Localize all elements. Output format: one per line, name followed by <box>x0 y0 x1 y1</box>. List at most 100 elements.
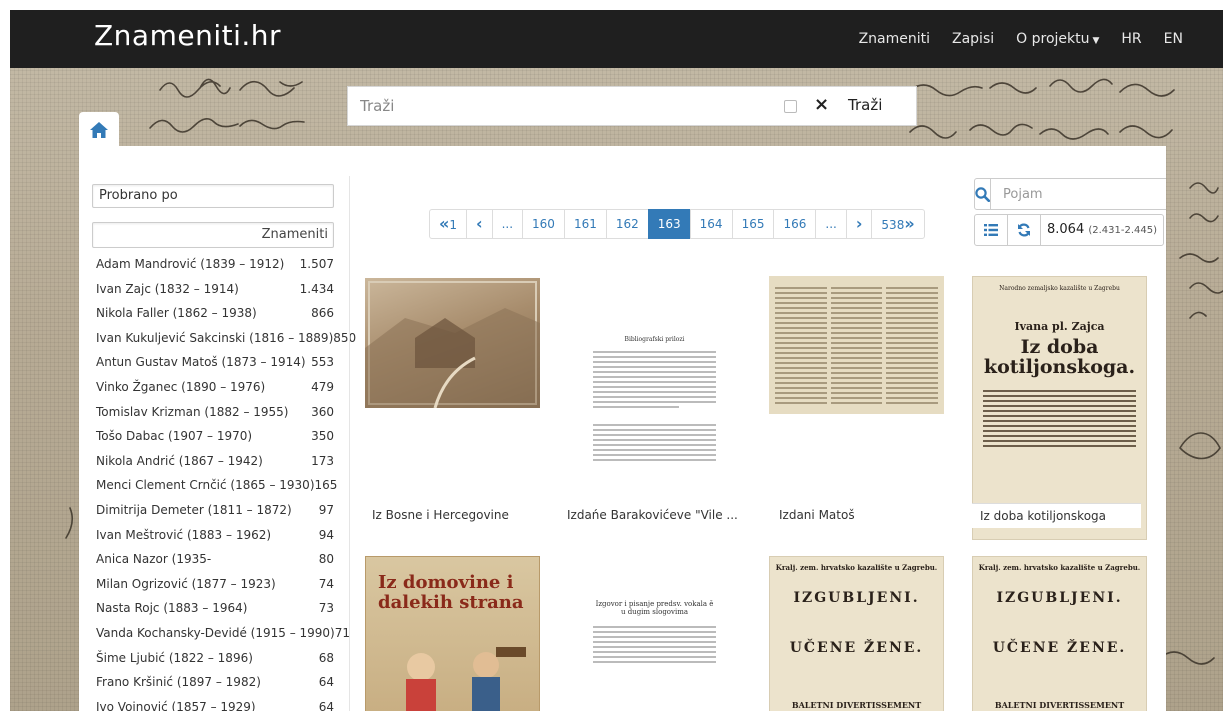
text-line <box>775 362 827 364</box>
text-line <box>593 459 716 461</box>
text-line <box>886 347 939 349</box>
page-first-button[interactable]: «1 <box>429 209 467 239</box>
page-last-button[interactable]: 538» <box>871 209 925 239</box>
nav-link-znameniti[interactable]: Znameniti <box>848 31 941 47</box>
refresh-button[interactable] <box>1007 214 1041 246</box>
text-line <box>983 405 1136 407</box>
sidebar-person-item[interactable]: Nikola Andrić (1867 – 1942) 173 <box>92 449 337 474</box>
text-line <box>593 641 716 643</box>
term-input[interactable] <box>991 178 1166 210</box>
poster-author: Ivana pl. Zajca <box>1014 320 1105 333</box>
text-line <box>983 430 1136 432</box>
text-line <box>886 367 939 369</box>
result-tools: 8.064 (2.431-2.445) <box>974 214 1165 246</box>
sidebar-person-item[interactable]: Nasta Rojc (1883 – 1964) 73 <box>92 596 337 621</box>
refresh-icon <box>1018 223 1030 237</box>
search-option-checkbox[interactable] <box>784 100 797 113</box>
page-162[interactable]: 162 <box>605 209 649 239</box>
result-card[interactable]: Izdani Matoš <box>769 276 944 528</box>
text-line <box>830 397 883 399</box>
text-line <box>593 429 716 431</box>
poster-footer: BALETNI DIVERTISSEMENT <box>791 700 922 710</box>
person-name: Nikola Faller (1862 – 1938) <box>96 306 257 321</box>
text-line <box>830 342 883 344</box>
sidebar-person-item[interactable]: Milan Ogrizović (1877 – 1923) 74 <box>92 572 337 597</box>
result-card[interactable]: Izgovor i pisanje predsv. vokala ě u dug… <box>567 556 742 711</box>
text-line <box>593 401 716 403</box>
person-name: Frano Kršinić (1897 – 1982) <box>96 675 261 690</box>
search-input[interactable] <box>348 87 778 125</box>
sidebar-person-item[interactable]: Ivo Vojnović (1857 – 1929) 64 <box>92 695 337 711</box>
text-line <box>775 357 827 359</box>
sidebar-person-item[interactable]: Antun Gustav Matoš (1873 – 1914) 553 <box>92 350 337 375</box>
text-line <box>593 366 716 368</box>
person-name: Tošo Dabac (1907 – 1970) <box>96 429 253 444</box>
poster-header: Kralj. zem. hrvatsko kazalište u Zagrebu… <box>978 563 1141 572</box>
page-163-active[interactable]: 163 <box>647 209 691 239</box>
text-line <box>593 361 716 363</box>
sidebar-person-item[interactable]: Ivan Meštrović (1883 – 1962) 94 <box>92 523 337 548</box>
search-submit-button[interactable]: Traži <box>848 96 882 114</box>
text-line <box>593 381 716 383</box>
page-166[interactable]: 166 <box>773 209 817 239</box>
close-icon[interactable]: × <box>814 94 829 115</box>
home-tab[interactable] <box>79 112 119 147</box>
sidebar-person-item[interactable]: Šime Ljubić (1822 – 1896) 68 <box>92 646 337 671</box>
result-card[interactable]: Narodno zemaljsko kazalište u Zagrebu Iv… <box>972 276 1147 541</box>
page-164[interactable]: 164 <box>689 209 733 239</box>
sidebar-person-item[interactable]: Anica Nazor (1935- 80 <box>92 547 337 572</box>
result-card[interactable]: Kralj. zem. hrvatsko kazalište u Zagrebu… <box>769 556 944 711</box>
text-line <box>775 327 827 329</box>
sidebar-person-item[interactable]: Menci Clement Crnčić (1865 – 1930) 165 <box>92 473 337 498</box>
text-line <box>775 382 827 384</box>
nav-link-en[interactable]: EN <box>1153 31 1223 47</box>
text-line <box>830 327 883 329</box>
list-view-button[interactable] <box>974 214 1008 246</box>
text-line <box>830 352 883 354</box>
result-card[interactable]: Kralj. zem. hrvatsko kazalište u Zagrebu… <box>972 556 1147 711</box>
text-line <box>886 372 939 374</box>
sidebar-person-item[interactable]: Ivan Zajc (1832 – 1914) 1.434 <box>92 277 337 302</box>
page-ellipsis-right: ... <box>815 209 847 239</box>
page-prev-button[interactable]: ‹ <box>465 209 493 239</box>
page-161[interactable]: 161 <box>563 209 607 239</box>
sidebar-person-item[interactable]: Vanda Kochansky-Devidé (1915 – 1990) 71 <box>92 621 350 646</box>
sidebar-person-item[interactable]: Frano Kršinić (1897 – 1982) 64 <box>92 670 337 695</box>
text-line <box>830 387 883 389</box>
text-line <box>983 395 1136 397</box>
sidebar-person-item[interactable]: Vinko Žganec (1890 – 1976) 479 <box>92 375 337 400</box>
result-card[interactable]: Iz domovine i dalekih strana <box>365 556 540 711</box>
page-next-button[interactable]: › <box>845 209 873 239</box>
result-card[interactable]: Iz Bosne i Hercegovine <box>365 278 540 528</box>
nav-link-o-projektu[interactable]: O projektu ▼ <box>1005 31 1110 47</box>
text-line <box>983 400 1136 402</box>
text-line <box>886 382 939 384</box>
text-line <box>886 292 939 294</box>
person-count: 165 <box>314 478 338 493</box>
page-160[interactable]: 160 <box>522 209 565 239</box>
text-line <box>775 402 827 404</box>
text-line <box>983 410 1136 412</box>
sidebar-person-item[interactable]: Tomislav Krizman (1882 – 1955) 360 <box>92 400 337 425</box>
newspaper-column <box>775 284 827 407</box>
text-line <box>775 352 827 354</box>
main-panel: Probrano po Znameniti Adam Mandrović (18… <box>79 146 1166 711</box>
term-search-button[interactable] <box>974 178 991 210</box>
site-brand[interactable]: Znameniti.hr <box>94 19 281 52</box>
page-165[interactable]: 165 <box>731 209 775 239</box>
sidebar-person-item[interactable]: Adam Mandrović (1839 – 1912) 1.507 <box>92 252 337 277</box>
nav-link-hr[interactable]: HR <box>1110 31 1152 47</box>
text-line <box>983 445 1136 447</box>
sidebar-person-item[interactable]: Tošo Dabac (1907 – 1970) 350 <box>92 424 337 449</box>
text-line <box>886 322 939 324</box>
text-line <box>886 352 939 354</box>
result-card[interactable]: Bibliografski prilozi Izdańe Barakovićev… <box>567 278 742 528</box>
sidebar-person-item[interactable]: Dimitrija Demeter (1811 – 1872) 97 <box>92 498 337 523</box>
text-line <box>830 322 883 324</box>
nav-link-zapisi[interactable]: Zapisi <box>941 31 1005 47</box>
poster-subtitle: UČENE ŽENE. <box>992 640 1127 656</box>
column-header-znameniti[interactable]: Znameniti <box>92 222 334 248</box>
sidebar-person-item[interactable]: Ivan Kukuljević Sakcinski (1816 – 1889) 8… <box>92 326 356 351</box>
sidebar-person-item[interactable]: Nikola Faller (1862 – 1938) 866 <box>92 301 337 326</box>
sort-select[interactable]: Probrano po <box>92 184 334 208</box>
